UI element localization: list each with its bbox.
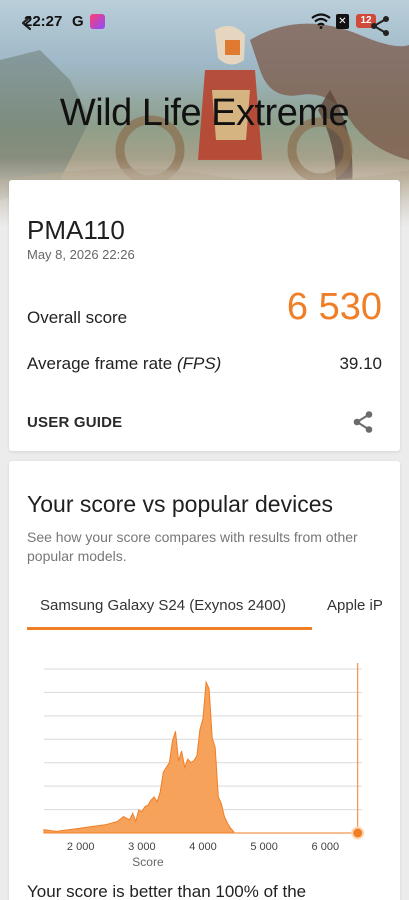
status-time: 22:27: [24, 13, 63, 30]
status-bar: 22:27 G ✕ 12: [0, 0, 409, 42]
device-name: PMA110: [27, 215, 125, 245]
user-score-marker: [351, 826, 365, 840]
share-icon[interactable]: [352, 410, 374, 434]
app-notification-icon: [90, 14, 105, 29]
x-tick-label: 6 000: [312, 841, 340, 853]
fps-label-text: Average frame rate: [27, 354, 173, 373]
tab-selected-indicator: [27, 627, 312, 630]
overall-score-value: 6 530: [286, 286, 382, 328]
wifi-icon: [311, 13, 331, 29]
benchmark-title: Wild Life Extreme: [59, 92, 350, 134]
google-icon: G: [72, 13, 84, 30]
tab-samsung-galaxy-s24[interactable]: Samsung Galaxy S24 (Exynos 2400): [40, 597, 286, 614]
histogram-area: [43, 680, 235, 834]
share-icon[interactable]: [370, 15, 390, 37]
user-guide-button[interactable]: USER GUIDE: [27, 414, 122, 431]
fps-value: 39.10: [339, 354, 382, 373]
sim-off-icon: ✕: [336, 14, 349, 29]
comparison-description: See how your score compares with results…: [27, 529, 358, 564]
x-tick-label: 3 000: [128, 841, 156, 853]
x-axis-ticks: 2 000 3 000 4 000 5 000 6 000: [67, 841, 339, 853]
overall-score-label: Overall score: [27, 308, 128, 327]
tab-apple[interactable]: Apple iP: [327, 597, 383, 614]
comparison-card: Your score vs popular devices See how yo…: [9, 461, 400, 900]
x-tick-label: 2 000: [67, 841, 95, 853]
comparison-title: Your score vs popular devices: [27, 491, 333, 517]
result-card: PMA110 May 8, 2026 22:26 Overall score 6…: [9, 180, 400, 451]
run-date: May 8, 2026 22:26: [27, 247, 135, 262]
score-distribution-chart: 2 000 3 000 4 000 5 000 6 000 Score: [43, 663, 365, 869]
x-tick-label: 5 000: [250, 841, 278, 853]
fps-unit: (FPS): [176, 354, 222, 373]
x-axis-label: Score: [132, 855, 164, 869]
fps-label: Average frame rate (FPS): [27, 354, 221, 374]
x-tick-label: 4 000: [189, 841, 217, 853]
percentile-text: Your score is better than 100% of the: [27, 882, 307, 900]
device-tabs: Samsung Galaxy S24 (Exynos 2400) Apple i…: [9, 587, 400, 631]
